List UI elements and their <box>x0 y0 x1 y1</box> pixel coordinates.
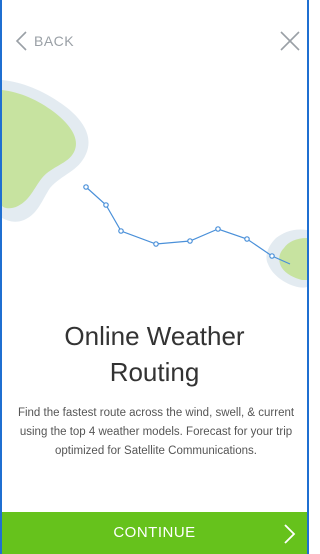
route-waypoint <box>83 184 89 190</box>
onboarding-screen: BACK Online Weather Routing Find the fas… <box>0 0 309 554</box>
route-waypoint <box>103 202 109 208</box>
feature-title: Online Weather Routing <box>2 318 307 390</box>
back-label: BACK <box>34 33 75 49</box>
route-waypoint <box>153 241 159 247</box>
continue-button[interactable]: CONTINUE <box>2 512 307 554</box>
route-waypoint <box>244 236 250 242</box>
close-icon <box>280 31 300 51</box>
chevron-left-icon <box>15 31 27 51</box>
feature-title-line1: Online Weather <box>64 321 245 351</box>
route-waypoint <box>187 238 193 244</box>
continue-label: CONTINUE <box>113 524 196 541</box>
route-line <box>85 186 291 265</box>
route-waypoint <box>269 253 275 259</box>
back-button[interactable]: BACK <box>14 30 74 52</box>
close-button[interactable] <box>279 30 301 57</box>
chevron-right-icon <box>284 524 296 544</box>
feature-title-line2: Routing <box>109 357 200 387</box>
route-waypoint <box>215 226 221 232</box>
route-waypoint <box>118 228 124 234</box>
feature-description: Find the fastest route across the wind, … <box>17 407 295 457</box>
route-map-illustration <box>2 80 307 288</box>
route-waypoints <box>83 184 275 259</box>
